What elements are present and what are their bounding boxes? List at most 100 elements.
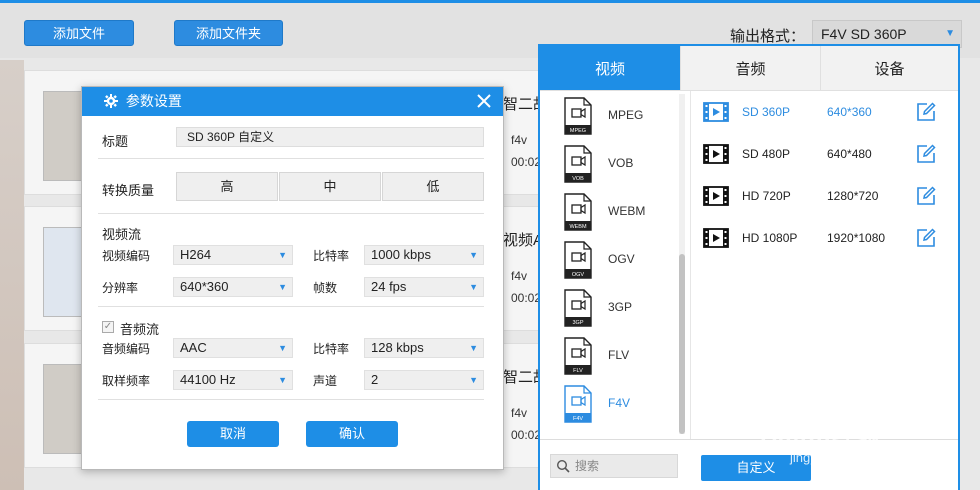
confirm-button[interactable]: 确认	[306, 421, 398, 447]
quality-label: 转换质量	[102, 183, 155, 198]
format-item-vob[interactable]: VOB VOB	[540, 141, 680, 189]
video-file-icon: VOB	[564, 145, 592, 183]
channel-label: 声道	[313, 374, 338, 388]
video-codec-select[interactable]: H264 ▼	[173, 245, 293, 265]
dialog-titlebar: 参数设置	[82, 87, 503, 116]
cancel-button[interactable]: 取消	[187, 421, 279, 447]
video-file-icon: 3GP	[564, 289, 592, 327]
chevron-down-icon: ▼	[469, 375, 478, 385]
chevron-down-icon: ▼	[469, 282, 478, 292]
audio-bitrate-value: 128 kbps	[371, 340, 424, 355]
video-bitrate-label: 比特率	[313, 249, 350, 263]
tab-audio[interactable]: 音频	[680, 46, 820, 91]
format-item-f4v[interactable]: F4V F4V	[540, 381, 680, 429]
fps-select[interactable]: 24 fps ▼	[364, 277, 484, 297]
audio-bitrate-label: 比特率	[313, 342, 350, 356]
resolution-value: 640*360	[180, 279, 229, 294]
preset-item[interactable]: SD 360P 640*360	[700, 98, 950, 128]
add-file-button[interactable]: 添加文件	[24, 20, 134, 46]
audio-stream-checkbox[interactable]: ✓	[102, 321, 114, 333]
parameter-settings-dialog: 参数设置 标题 SD 360P 自定义 转换质量 高 中 低 视频流 视频编码 …	[81, 86, 504, 470]
format-tag: MPEG	[570, 128, 586, 134]
fps-label: 帧数	[313, 281, 338, 295]
watermark-url: jingyan.baidu.com	[790, 450, 895, 465]
preset-item[interactable]: HD 1080P 1920*1080	[700, 224, 950, 254]
divider	[98, 158, 484, 159]
video-section-label: 视频流	[102, 227, 142, 242]
channel-select[interactable]: 2 ▼	[364, 370, 484, 390]
quality-high-button[interactable]: 高	[176, 172, 278, 201]
quality-low-button[interactable]: 低	[382, 172, 484, 201]
chevron-down-icon: ▼	[278, 343, 287, 353]
preset-name: HD 720P	[742, 189, 791, 203]
close-icon[interactable]	[475, 87, 493, 116]
add-folder-button[interactable]: 添加文件夹	[174, 20, 283, 46]
format-list-scrollbar[interactable]	[679, 94, 685, 434]
format-tag: F4V	[573, 416, 583, 422]
edit-icon[interactable]	[915, 227, 937, 249]
preset-resolution: 1280*720	[827, 189, 879, 203]
dialog-title: 参数设置	[125, 93, 182, 109]
sample-rate-select[interactable]: 44100 Hz ▼	[173, 370, 293, 390]
format-tag: OGV	[572, 272, 585, 278]
audio-codec-select[interactable]: AAC ▼	[173, 338, 293, 358]
edit-icon[interactable]	[915, 143, 937, 165]
chevron-down-icon: ▼	[469, 250, 478, 260]
preset-name: SD 360P	[742, 105, 791, 119]
tab-device[interactable]: 设备	[820, 46, 958, 91]
format-list: MPEG MPEG VOB VOB WEBM WEBM OGV OGV 3GP 3GP FLV FLV…	[540, 91, 690, 439]
divider	[98, 399, 484, 400]
file-name: 视频A	[503, 232, 543, 249]
file-format: f4v	[511, 269, 528, 283]
format-item-webm[interactable]: WEBM WEBM	[540, 189, 680, 237]
tab-video[interactable]: 视频	[540, 46, 680, 91]
format-name: OGV	[608, 252, 635, 266]
quality-medium-button[interactable]: 中	[279, 172, 381, 201]
divider	[690, 91, 691, 439]
watermark-logo: Baidu经验	[760, 423, 882, 450]
fps-value: 24 fps	[371, 279, 407, 294]
scrollbar-thumb[interactable]	[679, 254, 685, 434]
divider	[98, 213, 484, 214]
format-item-flv[interactable]: FLV FLV	[540, 333, 680, 381]
title-input[interactable]: SD 360P 自定义	[176, 127, 484, 147]
format-name: MPEG	[608, 108, 644, 122]
format-item-3gp[interactable]: 3GP 3GP	[540, 285, 680, 333]
film-icon	[703, 228, 729, 248]
format-name: F4V	[608, 396, 631, 410]
search-input[interactable]: 搜索	[550, 454, 678, 478]
file-duration: 00:02	[511, 428, 542, 442]
edit-icon[interactable]	[915, 101, 937, 123]
file-duration: 00:02	[511, 291, 542, 305]
file-format: f4v	[511, 406, 528, 420]
film-icon	[703, 186, 729, 206]
preset-item[interactable]: SD 480P 640*480	[700, 140, 950, 170]
format-name: WEBM	[608, 204, 646, 218]
sample-rate-value: 44100 Hz	[180, 372, 236, 387]
divider	[98, 306, 484, 307]
search-placeholder: 搜索	[575, 459, 600, 473]
edit-icon[interactable]	[915, 185, 937, 207]
format-name: VOB	[608, 156, 634, 170]
audio-bitrate-select[interactable]: 128 kbps ▼	[364, 338, 484, 358]
preset-name: SD 480P	[742, 147, 791, 161]
side-strip	[0, 60, 24, 490]
file-name: 智二故	[503, 369, 543, 386]
output-format-value: F4V SD 360P	[821, 26, 907, 42]
title-label: 标题	[102, 134, 129, 149]
format-item-ogv[interactable]: OGV OGV	[540, 237, 680, 285]
preset-resolution: 640*360	[827, 105, 872, 119]
file-name: 智二故	[503, 96, 543, 113]
film-icon	[703, 144, 729, 164]
format-panel-footer: 搜索 自定义	[540, 439, 958, 490]
format-item-mpeg[interactable]: MPEG MPEG	[540, 93, 680, 141]
resolution-select[interactable]: 640*360 ▼	[173, 277, 293, 297]
chevron-down-icon: ▼	[278, 250, 287, 260]
gear-icon	[104, 94, 118, 108]
video-bitrate-select[interactable]: 1000 kbps ▼	[364, 245, 484, 265]
audio-section-label: 音频流	[120, 322, 160, 337]
format-tag: VOB	[572, 176, 584, 182]
preset-item[interactable]: HD 720P 1280*720	[700, 182, 950, 212]
preset-resolution: 640*480	[827, 147, 872, 161]
resolution-label: 分辨率	[102, 281, 139, 295]
